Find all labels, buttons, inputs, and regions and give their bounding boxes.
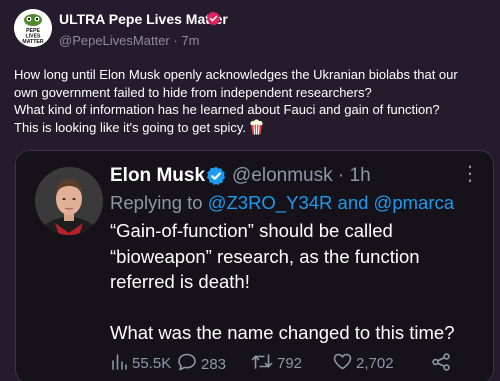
post-body-line: How long until Elon Musk openly acknowle…	[14, 67, 458, 82]
post-body-line: own government failed to hide from indep…	[14, 84, 372, 100]
like-count: 2,702	[356, 355, 394, 372]
quoted-text-line: referred is death!	[110, 271, 250, 292]
like-stat[interactable]: 2,702	[333, 353, 394, 374]
retweet-stat[interactable]: 792	[251, 353, 302, 374]
views-icon	[111, 353, 132, 374]
popcorn-icon	[249, 118, 264, 140]
quoted-author-name[interactable]: Elon Musk	[110, 165, 205, 187]
quoted-text-line: What was the name changed to this time?	[110, 322, 455, 343]
quoted-text-line: “bioweapon” research, as the function	[110, 245, 420, 267]
reply-stat[interactable]: 283	[177, 353, 226, 375]
post-body-line-text: This is looking like it's going to get s…	[14, 119, 247, 135]
quoted-text-line: “Gain-of-function” should be called	[110, 220, 393, 241]
quoted-post-time[interactable]: 1h	[350, 165, 371, 186]
share-button[interactable]	[431, 353, 455, 375]
quoted-author-handle[interactable]: @elonmusk	[232, 165, 333, 186]
quoted-text-line	[110, 295, 480, 321]
quoted-handle-row: @elonmusk · 1h	[232, 165, 371, 187]
heart-icon	[333, 353, 356, 374]
retweet-icon	[251, 353, 277, 374]
post-time[interactable]: 7m	[181, 33, 199, 48]
avatar-text-line: MATTER	[22, 39, 43, 45]
author-handle[interactable]: @PepeLivesMatter	[59, 33, 170, 48]
views-count: 55.5K	[132, 355, 172, 372]
verified-badge-icon	[206, 11, 221, 31]
verified-badge-icon	[206, 166, 226, 191]
reply-icon	[177, 353, 201, 375]
author-avatar[interactable]: PEPE LIVES MATTER	[14, 9, 52, 47]
share-icon	[431, 353, 455, 375]
mention-link[interactable]: @Z3RO_Y34R	[208, 192, 333, 213]
post-body-line: What kind of information has he learned …	[14, 102, 440, 117]
mention-and: and	[332, 192, 374, 213]
author-name[interactable]: ULTRA Pepe Lives Matter	[59, 11, 228, 27]
quoted-tweet-text: “Gain-of-function” should be called “bio…	[110, 218, 480, 346]
quoted-tweet-card[interactable]: Elon Musk @elonmusk · 1h ⋮ Replying to @…	[15, 150, 494, 381]
reply-count: 283	[201, 355, 227, 373]
mention-link[interactable]: @pmarca	[374, 192, 454, 213]
views-stat[interactable]: 55.5K	[111, 353, 171, 374]
replying-to-line: Replying to @Z3RO_Y34R and @pmarca	[110, 192, 454, 214]
replying-prefix: Replying to	[110, 192, 208, 213]
more-options-icon[interactable]: ⋮	[460, 161, 480, 186]
post-body-line-last: This is looking like it's going to get s…	[14, 118, 492, 140]
author-handle-row: @PepeLivesMatter · 7m	[59, 33, 199, 48]
retweet-count: 792	[277, 355, 303, 372]
quoted-author-avatar[interactable]	[35, 167, 103, 235]
post-body: How long until Elon Musk openly acknowle…	[14, 66, 492, 139]
separator-dot: ·	[173, 33, 178, 48]
separator-dot: ·	[337, 165, 345, 186]
